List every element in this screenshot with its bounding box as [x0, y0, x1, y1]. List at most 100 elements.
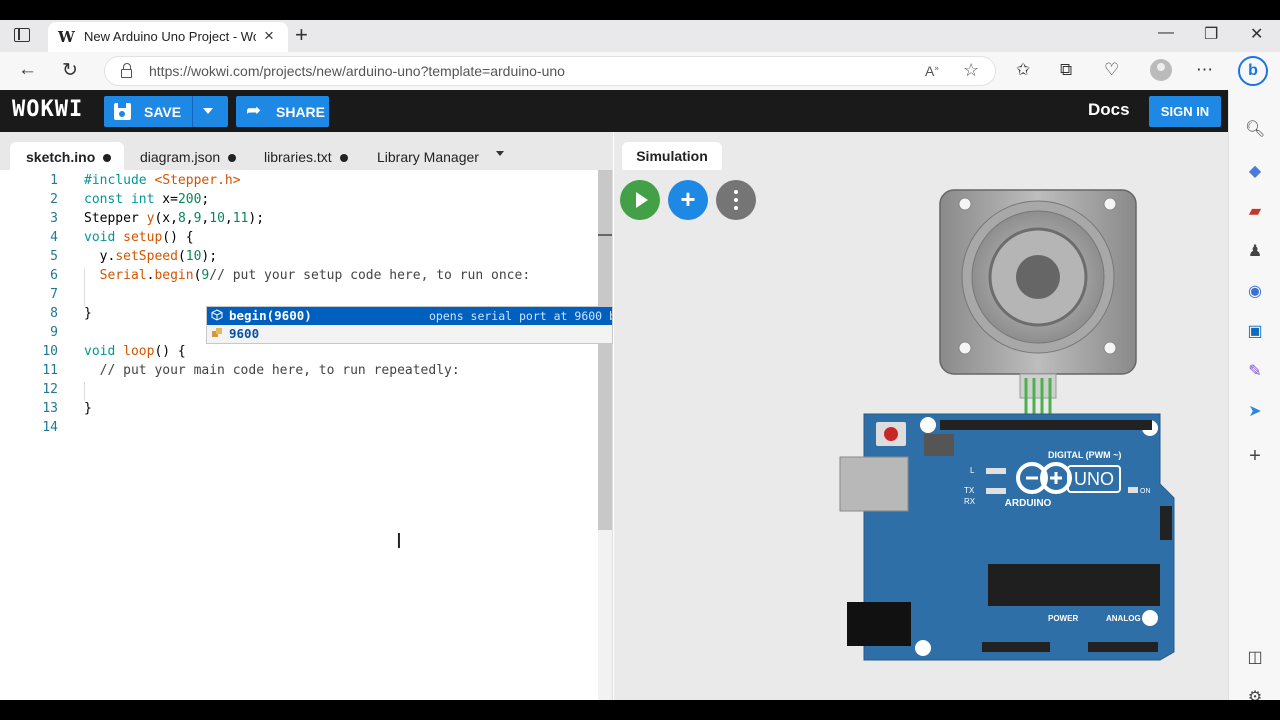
- line-number: 5: [50, 249, 58, 264]
- arduino-uno-board[interactable]: UNO ARDUINO DIGITAL (PWM ~) POWER ANALOG…: [839, 413, 1175, 661]
- editor-scrollbar[interactable]: [598, 170, 612, 700]
- unsaved-dot-icon: [339, 154, 348, 163]
- games-icon[interactable]: ♟: [1245, 242, 1265, 262]
- code-line: #include <Stepper.h>: [84, 173, 241, 188]
- restore-button[interactable]: ❐: [1204, 24, 1218, 44]
- refresh-icon[interactable]: ↻: [62, 59, 78, 82]
- line-number: 1: [50, 173, 58, 188]
- url-text: https://wokwi.com/projects/new/arduino-u…: [149, 63, 565, 79]
- rx-led-label: RX: [964, 497, 976, 506]
- sign-in-button[interactable]: SIGN IN: [1149, 96, 1221, 127]
- microsoft-365-icon[interactable]: ◉: [1245, 282, 1265, 302]
- code-editor-pane: sketch.ino diagram.json libraries.txt Li…: [0, 132, 613, 700]
- code-line: const int x=200;: [84, 192, 210, 207]
- close-tab-icon[interactable]: ×: [264, 26, 274, 46]
- browser-window: W New Arduino Uno Project - Wokwi × + — …: [0, 20, 1280, 700]
- edge-sidebar: 🔍︎ ◆ ▰ ♟ ◉ ▣ ✎ ➤ + ◫ ⚙: [1228, 90, 1280, 700]
- indent-guide: [84, 382, 85, 401]
- collections-icon[interactable]: ⧉: [1060, 60, 1072, 80]
- unsaved-dot-icon: [103, 154, 112, 163]
- suggestion-detail: opens serial port at 9600 baud: [429, 309, 612, 323]
- outlook-icon[interactable]: ▣: [1245, 322, 1265, 342]
- hide-sidebar-icon[interactable]: ◫: [1245, 648, 1265, 668]
- tab-label: Library Manager: [377, 149, 479, 165]
- on-led-label: ON: [1140, 488, 1151, 495]
- designer-icon[interactable]: ✎: [1245, 362, 1265, 382]
- favorite-star-icon[interactable]: ☆: [963, 60, 979, 81]
- drop-icon[interactable]: ➤: [1245, 402, 1265, 422]
- browser-essentials-icon[interactable]: ♡: [1104, 60, 1119, 80]
- tab-sketch-ino[interactable]: sketch.ino: [10, 142, 124, 170]
- analog-pins-label: ANALOG IN: [1106, 614, 1151, 623]
- add-sidebar-app-icon[interactable]: +: [1245, 446, 1265, 466]
- browser-tab-active[interactable]: W New Arduino Uno Project - Wokwi ×: [48, 22, 288, 52]
- line-number: 3: [50, 211, 58, 226]
- line-number: 13: [42, 401, 58, 416]
- save-divider: [192, 96, 193, 127]
- file-tabs: sketch.ino diagram.json libraries.txt Li…: [0, 132, 613, 170]
- back-arrow-icon[interactable]: ←: [18, 59, 37, 81]
- address-bar-row: ← ↻ https://wokwi.com/projects/new/ardui…: [0, 52, 1280, 90]
- code-area[interactable]: 1 2 3 4 5 6 7 8 9 10 11 12 13 14 #includ…: [0, 170, 598, 700]
- new-tab-button[interactable]: +: [295, 22, 308, 48]
- share-button[interactable]: ➦ SHARE: [236, 96, 329, 127]
- close-window-button[interactable]: ✕: [1250, 24, 1263, 44]
- tab-diagram-json[interactable]: diagram.json: [140, 142, 237, 170]
- board-logo-text: ARDUINO: [1005, 498, 1052, 509]
- line-number: 4: [50, 230, 58, 245]
- suggestion-label: 9600: [229, 326, 260, 341]
- l-led-label: L: [970, 466, 975, 475]
- tab-label: diagram.json: [140, 149, 221, 165]
- scrollbar-thumb[interactable]: [598, 170, 612, 530]
- power-pins-label: POWER: [1048, 614, 1078, 623]
- line-number: 9: [50, 325, 58, 340]
- line-number: 14: [42, 420, 58, 435]
- wokwi-logo[interactable]: WOKWI: [12, 97, 83, 122]
- tools-icon[interactable]: ▰: [1245, 202, 1265, 222]
- profile-avatar[interactable]: [1150, 59, 1172, 81]
- tab-library-manager[interactable]: Library Manager: [377, 142, 479, 170]
- line-number: 6: [50, 268, 58, 283]
- favorites-icon[interactable]: ✩: [1016, 60, 1030, 80]
- value-enum-icon: [212, 328, 222, 337]
- docs-link[interactable]: Docs: [1088, 100, 1130, 120]
- save-dropdown-chevron-icon[interactable]: [203, 108, 213, 114]
- scrollbar-cursor-marker: [598, 234, 612, 236]
- tab-libraries-txt[interactable]: libraries.txt: [264, 142, 348, 170]
- share-label: SHARE: [276, 104, 326, 120]
- tab-label: libraries.txt: [264, 149, 332, 165]
- code-line: Serial.begin(9// put your setup code her…: [99, 268, 531, 283]
- simulation-canvas[interactable]: UNO ARDUINO DIGITAL (PWM ~) POWER ANALOG…: [614, 132, 1228, 700]
- minimize-button[interactable]: —: [1158, 24, 1174, 42]
- save-button[interactable]: SAVE: [104, 96, 228, 127]
- save-label: SAVE: [144, 104, 182, 120]
- floppy-disk-icon: [114, 103, 131, 120]
- autocomplete-suggestions: begin(9600) opens serial port at 9600 ba…: [206, 306, 613, 344]
- suggestion-item[interactable]: 9600: [207, 325, 612, 343]
- code-line: // put your main code here, to run repea…: [99, 363, 460, 378]
- stepper-motor[interactable]: [939, 189, 1137, 422]
- board-model-label: UNO: [1074, 469, 1114, 489]
- code-line: void setup() {: [84, 230, 194, 245]
- wokwi-header: WOKWI SAVE ➦ SHARE Docs SIGN IN: [0, 90, 1228, 132]
- shopping-tag-icon[interactable]: ◆: [1245, 162, 1265, 182]
- suggestion-item[interactable]: begin(9600) opens serial port at 9600 ba…: [207, 307, 612, 325]
- tx-led-label: TX: [964, 486, 975, 495]
- code-line: Stepper y(x,8,9,10,11);: [84, 211, 265, 226]
- tabs-dropdown-chevron-icon[interactable]: [496, 151, 504, 156]
- digital-pins-label: DIGITAL (PWM ~): [1048, 450, 1121, 460]
- browser-tab-bar: W New Arduino Uno Project - Wokwi × + — …: [0, 20, 1280, 52]
- search-icon[interactable]: 🔍︎: [1245, 120, 1265, 140]
- settings-more-icon[interactable]: ⋯: [1196, 60, 1213, 80]
- line-number: 7: [50, 287, 58, 302]
- method-cube-icon: [211, 309, 223, 321]
- mouse-ibeam-cursor-icon: I: [396, 529, 402, 553]
- tab-title: New Arduino Uno Project - Wokwi: [84, 29, 256, 44]
- tab-actions-icon[interactable]: [14, 28, 30, 42]
- line-number: 2: [50, 192, 58, 207]
- read-aloud-icon[interactable]: A»: [925, 63, 939, 79]
- url-field[interactable]: https://wokwi.com/projects/new/arduino-u…: [104, 56, 996, 86]
- code-line: void loop() {: [84, 344, 186, 359]
- sidebar-settings-gear-icon[interactable]: ⚙: [1245, 688, 1265, 700]
- bing-copilot-icon[interactable]: b: [1238, 56, 1268, 86]
